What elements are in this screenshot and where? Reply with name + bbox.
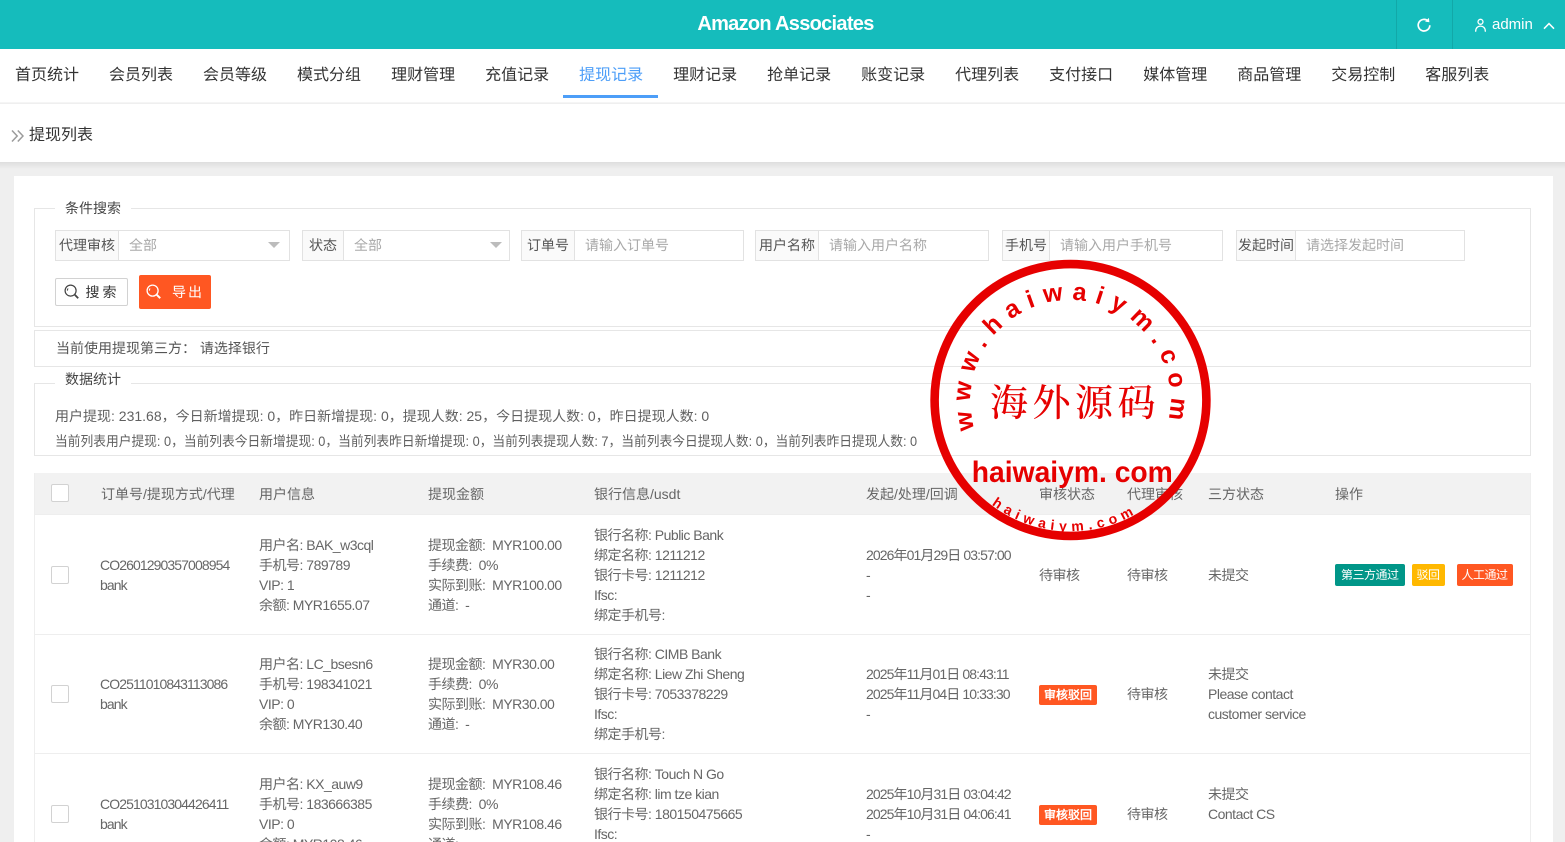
- svg-text:海外源码: 海外源码: [990, 372, 1160, 427]
- svg-text:haiwaiym. com: haiwaiym. com: [972, 456, 1173, 489]
